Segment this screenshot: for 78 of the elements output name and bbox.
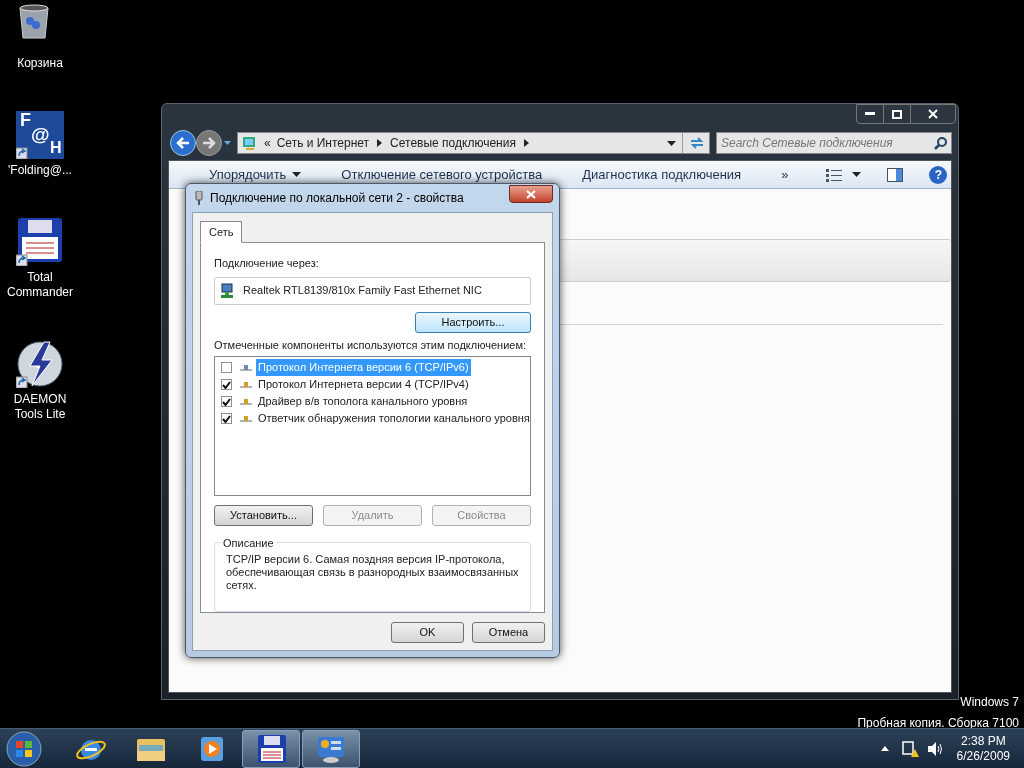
watermark-text: Windows 7	[960, 694, 1019, 711]
adapter-name: Realtek RTL8139/810x Family Fast Ethernet NIC	[243, 283, 482, 299]
address-bar[interactable]: « Сеть и Интернет Сетевые подключения	[237, 132, 710, 154]
taskbar-button[interactable]	[242, 729, 300, 768]
breadcrumb-overflow[interactable]: «	[264, 134, 271, 152]
desktop-icon-label[interactable]: 'Folding@...	[2, 163, 78, 178]
dialog-button[interactable]: Отмена	[472, 622, 545, 643]
taskbar-button[interactable]	[302, 729, 360, 768]
clock-time: 2:38 PM	[960, 733, 1006, 749]
network-warning-icon[interactable]	[900, 739, 919, 758]
tab[interactable]: Сеть	[200, 221, 243, 243]
network-folder-icon	[242, 135, 258, 151]
show-hidden-icons-icon[interactable]	[880, 746, 889, 751]
back-button[interactable]	[170, 130, 196, 156]
breadcrumb-arrow-icon[interactable]	[377, 139, 383, 147]
protocol-icon	[240, 364, 252, 371]
caret-icon	[292, 172, 302, 177]
dialog-title: Подключение по локальной сети 2 - свойства	[210, 190, 465, 207]
description-text: TCP/IP версии 6. Самая поздняя версия IP-протокола, обеспечивающая связь в разнородных взаимосвязанных сетях.	[226, 553, 520, 592]
list-item[interactable]: Ответчик обнаружения топологии канального уровня	[256, 410, 532, 427]
toolbar-button[interactable]: Отключение сетевого устройства	[341, 164, 543, 185]
windows-logo-icon	[6, 730, 42, 767]
close-button[interactable]	[910, 104, 956, 124]
watermark-text: Пробная копия. Сборка 7100	[857, 715, 1019, 732]
checkbox[interactable]	[221, 413, 232, 424]
dropdown-caret-icon[interactable]	[667, 140, 676, 146]
caret-icon[interactable]	[852, 172, 862, 177]
desktop-icon-label[interactable]: Total Commander	[2, 270, 78, 300]
view-list-icon[interactable]	[826, 167, 843, 182]
network-plug-icon	[194, 191, 204, 205]
refresh-icon[interactable]	[689, 136, 705, 150]
maximize-icon	[892, 109, 902, 119]
field-label: Отмеченные компоненты используются этим подключением:	[214, 337, 528, 353]
checkbox[interactable]	[221, 379, 232, 390]
caret-icon	[224, 141, 231, 145]
back-arrow-icon	[176, 137, 190, 149]
icon-letter: F	[20, 111, 31, 129]
dialog-button[interactable]: OK	[391, 622, 464, 643]
floppy-disk-icon[interactable]	[16, 218, 64, 266]
minimize-button[interactable]	[856, 104, 884, 124]
close-icon	[928, 109, 938, 119]
toolbar-button[interactable]: »	[781, 164, 789, 185]
close-button[interactable]	[509, 185, 553, 203]
lightning-disc-icon[interactable]	[16, 340, 64, 388]
toolbar-button[interactable]: Диагностика подключения	[582, 164, 742, 185]
maximize-button[interactable]	[884, 104, 910, 124]
minimize-icon	[865, 112, 875, 116]
toolbar-button[interactable]: Упорядочить	[209, 164, 302, 185]
start-button[interactable]	[4, 728, 44, 768]
forward-arrow-icon	[202, 137, 216, 149]
close-icon	[526, 189, 536, 199]
protocol-icon	[240, 398, 252, 405]
help-button[interactable]: ?	[929, 165, 948, 184]
icon-letter: @	[31, 125, 50, 144]
protocol-icon	[240, 415, 252, 422]
desktop-icon-label[interactable]: DAEMON Tools Lite	[2, 392, 78, 422]
list-item[interactable]: Протокол Интернета версии 4 (TCP/IPv4)	[256, 376, 471, 393]
icon-letter: H	[50, 140, 62, 156]
search-icon	[934, 136, 947, 150]
list-item[interactable]: Драйвер в/в тополога канального уровня	[256, 393, 470, 410]
checkbox[interactable]	[221, 362, 232, 373]
configure-button[interactable]: Настроить...	[415, 311, 531, 333]
folding-at-home-icon[interactable]	[16, 111, 64, 159]
clock[interactable]: 2:38 PM 6/26/2009	[956, 733, 1010, 764]
search-field[interactable]: Search Сетевые подключения	[716, 132, 952, 154]
preview-pane-icon[interactable]	[887, 167, 904, 182]
speaker-icon[interactable]	[926, 740, 943, 757]
forward-button[interactable]	[196, 130, 222, 156]
clock-date: 6/26/2009	[956, 748, 1010, 764]
breadcrumb-item[interactable]: Сеть и Интернет	[276, 134, 370, 152]
breadcrumb-item[interactable]: Сетевые подключения	[390, 134, 516, 152]
network-adapter-icon	[219, 282, 235, 299]
desktop-icon-label[interactable]: Корзина	[2, 56, 78, 71]
action-button[interactable]: Установить...	[214, 505, 313, 526]
protocol-icon	[240, 381, 252, 388]
breadcrumb-arrow-icon[interactable]	[523, 139, 529, 147]
field-label: Подключение через:	[214, 256, 320, 271]
checkbox[interactable]	[221, 396, 232, 407]
